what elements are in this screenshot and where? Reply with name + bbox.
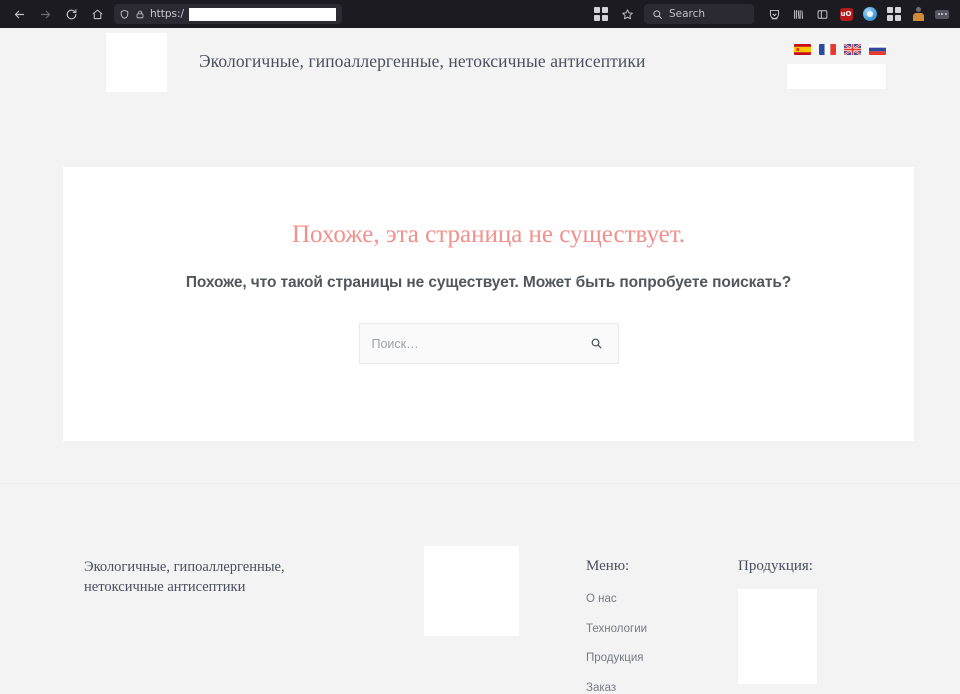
search-icon <box>653 9 662 19</box>
footer-menu-column: Меню: О нас Технологии Продукция Заказ К… <box>586 558 726 694</box>
toolbar-right-group: Search uO <box>588 3 954 25</box>
search-submit-button[interactable] <box>588 335 606 353</box>
footer-product-image[interactable] <box>738 589 817 684</box>
overflow-menu-icon[interactable] <box>930 3 954 25</box>
ublock-badge: uO <box>839 7 853 21</box>
footer-link-order[interactable]: Заказ <box>586 682 616 694</box>
back-button[interactable] <box>6 3 32 25</box>
star-icon <box>621 8 633 19</box>
site-footer: Экологичные, гипоаллергенные, нетоксичны… <box>0 484 960 694</box>
error-message: Похоже, что такой страницы не существует… <box>185 274 792 291</box>
spain-flag-icon[interactable] <box>794 44 811 55</box>
person-badge <box>911 7 925 21</box>
uk-flag-icon[interactable] <box>844 44 861 55</box>
error-heading: Похоже, эта страница не существует. <box>291 221 686 248</box>
globe-badge <box>863 7 877 21</box>
footer-image[interactable] <box>424 546 519 636</box>
toolbar-search-field[interactable]: Search <box>644 4 754 24</box>
header-widget-box[interactable] <box>787 64 886 89</box>
back-arrow-icon <box>14 10 24 18</box>
footer-products-heading: Продукция: <box>738 558 813 574</box>
forward-arrow-icon <box>40 10 50 18</box>
page-body: Экологичные, гипоаллергенные, нетоксичны… <box>0 28 960 694</box>
search-input[interactable] <box>371 336 588 351</box>
error-content-card: Похоже, эта страница не существует. Похо… <box>63 167 914 441</box>
reload-icon <box>66 8 76 19</box>
footer-link-technologies[interactable]: Технологии <box>586 623 647 635</box>
toolbar-search-label: Search <box>669 8 706 20</box>
footer-link-products[interactable]: Продукция <box>586 652 644 664</box>
footer-menu-list: О нас Технологии Продукция Заказ Контакт… <box>586 589 726 694</box>
shield-icon[interactable] <box>119 9 130 20</box>
footer-link-about[interactable]: О нас <box>586 593 617 605</box>
search-icon <box>591 338 602 349</box>
extensions-button[interactable] <box>588 3 614 25</box>
site-logo[interactable] <box>106 33 167 92</box>
forward-button[interactable] <box>32 3 58 25</box>
reload-button[interactable] <box>58 3 84 25</box>
account-icon[interactable] <box>906 3 930 25</box>
globe-icon[interactable] <box>858 3 882 25</box>
footer-about-text: Экологичные, гипоаллергенные, нетоксичны… <box>84 559 285 595</box>
site-header: Экологичные, гипоаллергенные, нетоксичны… <box>0 28 960 139</box>
url-redacted-field[interactable] <box>189 7 336 21</box>
ublock-icon[interactable]: uO <box>834 3 858 25</box>
list-item: Технологии <box>586 619 726 637</box>
footer-menu-heading: Меню: <box>586 558 630 574</box>
library-icon[interactable] <box>786 3 810 25</box>
url-bar[interactable]: https:/ <box>114 4 342 24</box>
url-scheme-text: https:/ <box>150 8 185 20</box>
extensions-grid-icon <box>594 7 608 21</box>
list-item: Продукция <box>586 648 726 666</box>
home-icon <box>92 9 102 19</box>
language-switcher <box>794 44 886 55</box>
france-flag-icon[interactable] <box>819 44 836 55</box>
site-title: Экологичные, гипоаллергенные, нетоксичны… <box>199 51 646 71</box>
extensions-grid-icon[interactable] <box>882 3 906 25</box>
search-form <box>358 323 619 365</box>
home-button[interactable] <box>84 3 110 25</box>
list-item: О нас <box>586 589 726 607</box>
russia-flag-icon[interactable] <box>869 44 886 55</box>
footer-products-column: Продукция: <box>738 558 898 684</box>
sidebar-icon[interactable] <box>810 3 834 25</box>
bookmark-star-button[interactable] <box>614 3 640 25</box>
browser-toolbar: https:/ Search uO <box>0 0 960 28</box>
padlock-icon[interactable] <box>135 9 145 20</box>
pocket-icon[interactable] <box>762 3 786 25</box>
list-item: Заказ <box>586 678 726 694</box>
